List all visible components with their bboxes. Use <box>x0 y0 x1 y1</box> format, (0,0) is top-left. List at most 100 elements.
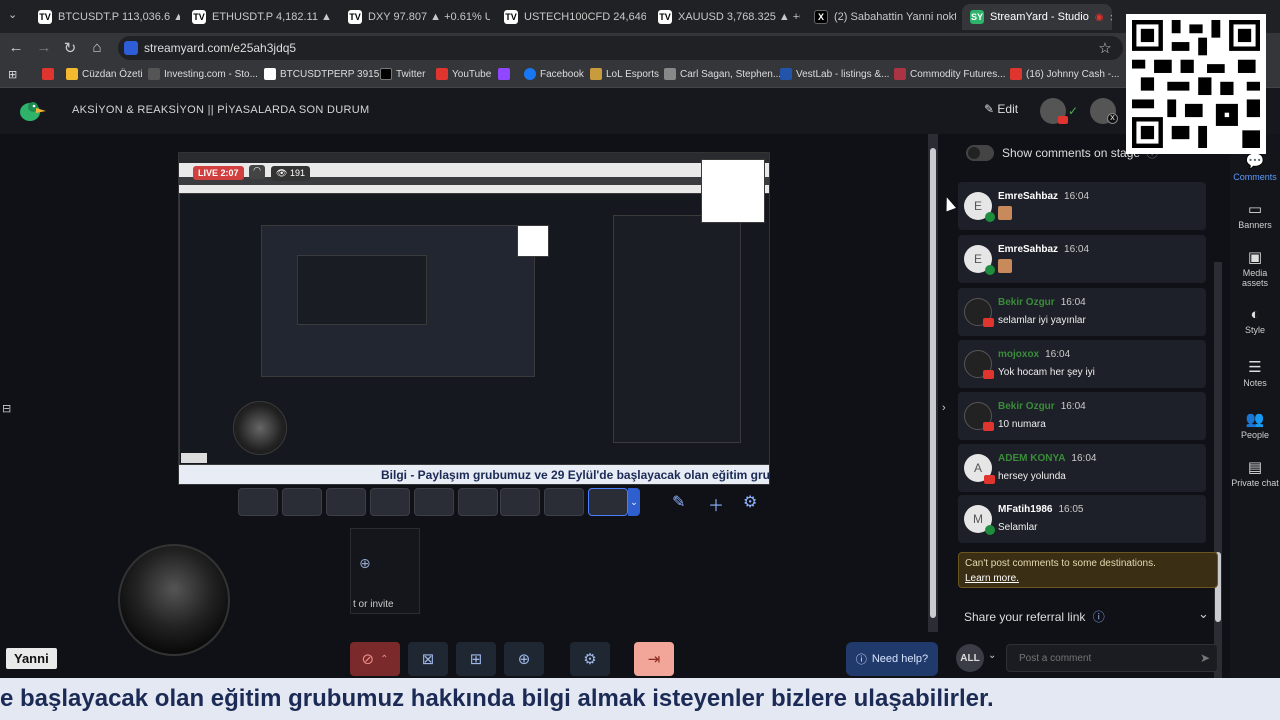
destination-avatar-x[interactable]: X <box>1090 98 1118 124</box>
show-comments-toggle[interactable] <box>966 144 994 161</box>
layout-group-button[interactable] <box>282 488 322 516</box>
invite-guest-panel[interactable]: ⊕ t or invite <box>350 528 420 614</box>
browser-tab-dxy[interactable]: TVDXY 97.807 ▲ +0.61% U× <box>340 4 490 30</box>
tab-comments[interactable]: 💬 Comments <box>1230 152 1280 182</box>
layout-thin-button[interactable] <box>370 488 410 516</box>
tab-search-chevron-icon[interactable]: ⌄ <box>8 8 17 21</box>
bookmark-twitter[interactable]: Twitter <box>380 68 425 80</box>
studio-sidebar: 💬 Comments ▭ Banners ▣ Media assets ◐ Style … <box>1230 134 1280 678</box>
layout-screen-button[interactable] <box>500 488 540 516</box>
bookmark-vestlab[interactable]: VestLab - listings &... <box>780 68 889 80</box>
site-info-icon[interactable] <box>124 41 138 55</box>
browser-tab-ustech[interactable]: TVUSTECH100CFD 24,646.6× <box>496 4 646 30</box>
comment-item[interactable]: mojoxox 16:04 Yok hocam her şey iyi <box>958 340 1206 388</box>
collapse-panel-chevron-icon[interactable]: › <box>942 402 946 414</box>
share-screen-button[interactable]: ⊞ <box>456 642 496 676</box>
layout-cinema-button[interactable] <box>544 488 584 516</box>
comments-scrollbar[interactable] <box>1214 262 1222 682</box>
destination-selector[interactable]: ALL <box>956 644 984 672</box>
learn-more-link[interactable]: Learn more. <box>965 573 1211 584</box>
comment-time: 16:04 <box>1060 297 1086 308</box>
forward-icon[interactable]: → <box>34 39 54 56</box>
post-comment-input[interactable] <box>1006 644 1218 672</box>
layout-leader-button[interactable] <box>326 488 366 516</box>
edit-stage-icon[interactable]: ✎ <box>672 492 685 512</box>
comment-item[interactable]: Bekir Ozgur 16:04 selamlar iyi yayınlar <box>958 288 1206 336</box>
layout-side-button[interactable] <box>414 488 454 516</box>
left-panel-toggle-icon[interactable]: ⊟ <box>2 402 11 415</box>
bookmark-star-icon[interactable]: ☆ <box>1095 39 1115 57</box>
layout-solo-button[interactable] <box>238 488 278 516</box>
comment-text: selamlar iyi yayınlar <box>998 315 1086 326</box>
pencil-icon: ✎ <box>984 102 998 116</box>
bookmark-youtube[interactable]: YouTube <box>436 68 491 80</box>
broadcast-stage[interactable]: LIVE 2:07 ◠ 👁 191 Bilgi - Paylaşım grubu… <box>178 152 770 485</box>
referral-link-row[interactable]: Share your referral link ⓘ <box>964 608 1105 625</box>
bookmark-investing[interactable]: Investing.com - Sto... <box>148 68 258 80</box>
bookmark-commodity[interactable]: Commodity Futures... <box>894 68 1006 80</box>
reload-icon[interactable]: ↻ <box>60 39 80 57</box>
layout-dropdown-icon[interactable]: ⌄ <box>628 488 640 516</box>
chat-icon: ▤ <box>1247 459 1263 476</box>
comment-author: EmreSahbaz 16:04 <box>998 244 1090 255</box>
tab-notes[interactable]: ☰ Notes <box>1230 358 1280 388</box>
tab-style[interactable]: ◐ Style <box>1230 306 1280 335</box>
presenter-webcam[interactable] <box>118 544 230 656</box>
palette-icon: ◐ <box>1250 306 1260 323</box>
edit-button[interactable]: ✎ Edit <box>984 102 1018 116</box>
comment-avatar: E <box>964 192 995 222</box>
bookmark-lol-esports[interactable]: LoL Esports <box>590 68 659 80</box>
home-icon[interactable]: ⌂ <box>87 39 107 56</box>
tradingview-favicon-icon: TV <box>504 10 518 24</box>
studio-scrollbar[interactable] <box>928 134 938 632</box>
tab-media-assets[interactable]: ▣ Media assets <box>1230 248 1280 288</box>
invite-button[interactable]: ⊕ <box>504 642 544 676</box>
bookmark-twitch[interactable] <box>498 68 514 80</box>
back-icon[interactable]: ← <box>6 39 26 56</box>
comment-avatar: E <box>964 245 995 275</box>
layout-pip-button[interactable] <box>458 488 498 516</box>
add-stage-icon[interactable]: ＋ <box>708 492 724 516</box>
comment-author: MFatih1986 16:05 <box>998 504 1084 515</box>
streamyard-studio: AKSİYON & REAKSİYON || PİYASALARDA SON D… <box>0 88 1280 682</box>
bookmark-facebook[interactable]: Facebook <box>524 68 584 80</box>
wifi-icon: ◠ <box>249 165 265 179</box>
tab-people[interactable]: 👥 People <box>1230 410 1280 440</box>
comment-time: 16:04 <box>1060 401 1086 412</box>
comment-item[interactable]: Bekir Ozgur 16:04 10 numara <box>958 392 1206 440</box>
chevron-down-icon[interactable]: ⌄ <box>1198 606 1209 622</box>
close-tab-icon[interactable]: × <box>1104 10 1112 25</box>
comment-item[interactable]: E EmreSahbaz 16:04 <box>958 235 1206 283</box>
browser-tab-streamyard[interactable]: SY StreamYard - Studio ◉× <box>962 4 1112 30</box>
nested-browser-screenshot <box>179 153 769 193</box>
tab-private-chat[interactable]: ▤ Private chat <box>1230 458 1280 488</box>
tab-banners[interactable]: ▭ Banners <box>1230 200 1280 230</box>
destination-avatar-youtube[interactable] <box>1040 98 1068 124</box>
bookmark-johnny-cash[interactable]: (16) Johnny Cash -... <box>1010 68 1119 80</box>
chevron-down-icon[interactable]: ⌄ <box>988 650 996 661</box>
browser-tab-xauusd[interactable]: TVXAUUSD 3,768.325 ▲ +0.× <box>650 4 800 30</box>
stage-settings-gear-icon[interactable]: ⚙ <box>743 492 757 512</box>
need-help-button[interactable]: ⓘ Need help? <box>846 642 938 676</box>
apps-grid-icon[interactable]: ⊞ <box>8 68 17 81</box>
leave-studio-button[interactable]: ⇥ <box>634 642 674 676</box>
camera-off-button[interactable]: ⊘ ⌃ <box>350 642 400 676</box>
comment-time: 16:04 <box>1071 453 1097 464</box>
url-input[interactable]: streamyard.com/e25ah3jdq5 <box>118 36 1123 60</box>
send-icon[interactable]: ➤ <box>1200 651 1210 665</box>
comment-item[interactable]: E EmreSahbaz 16:04 <box>958 182 1206 230</box>
bookmark-cuzdan[interactable]: Cüzdan Özeti <box>66 68 143 80</box>
scrollbar-thumb[interactable] <box>930 148 936 618</box>
layout-fullscreen-button[interactable] <box>588 488 628 516</box>
background-button[interactable]: ⊠ <box>408 642 448 676</box>
comment-item[interactable]: M MFatih1986 16:05 Selamlar <box>958 495 1206 543</box>
bookmark-youtube-red[interactable] <box>42 68 58 80</box>
browser-tab-twitter[interactable]: X(2) Sabahattin Yanni nokt× <box>806 4 956 30</box>
browser-tab-btcusdt[interactable]: TVBTCUSDT.P 113,036.6 ▲ +(× <box>30 4 180 30</box>
settings-button[interactable]: ⚙ <box>570 642 610 676</box>
bookmark-btcusdtperp[interactable]: BTCUSDTPERP 3915... <box>264 68 388 80</box>
bookmark-carl-sagan[interactable]: Carl Sagan, Stephen... <box>664 68 781 80</box>
comment-item[interactable]: A ADEM KONYA 16:04 hersey yolunda <box>958 444 1206 492</box>
browser-tab-ethusdt[interactable]: TVETHUSDT.P 4,182.11 ▲ +(× <box>184 4 334 30</box>
broadcast-title[interactable]: AKSİYON & REAKSİYON || PİYASALARDA SON D… <box>72 104 369 116</box>
